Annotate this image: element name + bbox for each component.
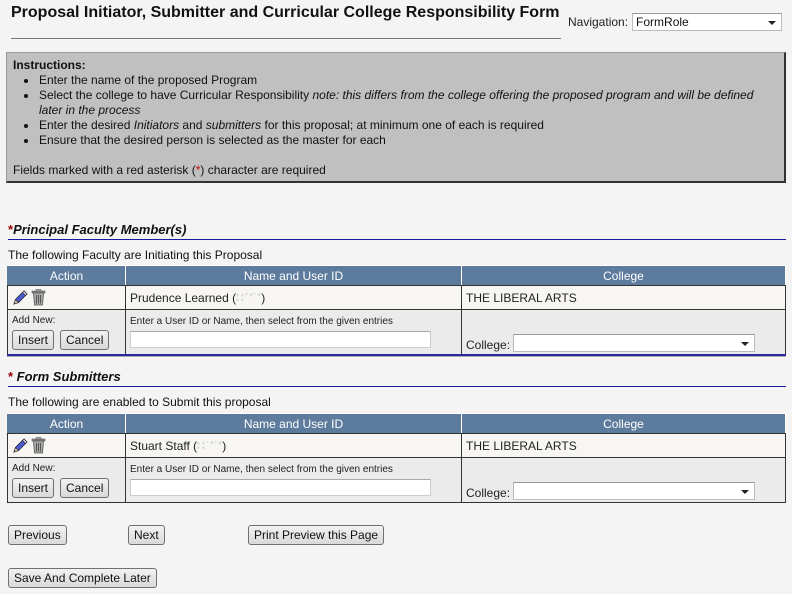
- add-action-cell: Add New: Insert Cancel: [7, 457, 126, 503]
- table-header-row: Action Name and User ID College: [7, 413, 786, 434]
- user-id: ∷´′˙′: [236, 290, 262, 305]
- instruction-item: Select the college to have Curricular Re…: [24, 88, 778, 118]
- navigation-label: Navigation:: [568, 15, 629, 29]
- navigation: Navigation: FormRole: [568, 13, 783, 31]
- column-header-college: College: [461, 265, 786, 286]
- instruction-item: Enter the name of the proposed Program: [24, 73, 778, 88]
- action-cell: [7, 285, 126, 310]
- previous-button[interactable]: Previous: [8, 525, 67, 545]
- add-college-cell: College:: [461, 457, 786, 503]
- print-preview-button[interactable]: Print Preview this Page: [248, 525, 385, 545]
- trash-icon[interactable]: [31, 437, 46, 454]
- chevron-down-icon: [741, 342, 750, 346]
- add-action-cell: Add New: Insert Cancel: [7, 309, 126, 355]
- user-id: ∷˙′˙′: [197, 438, 223, 453]
- instruction-item: Ensure that the desired person is select…: [24, 133, 778, 148]
- add-college-cell: College:: [461, 309, 786, 355]
- page-title: Proposal Initiator, Submitter and Curric…: [11, 4, 560, 21]
- save-and-complete-later-button[interactable]: Save And Complete Later: [8, 568, 157, 588]
- add-new-label: Add New:: [12, 462, 56, 474]
- edit-pencil-icon[interactable]: [12, 289, 29, 306]
- input-hint: Enter a User ID or Name, then select fro…: [130, 464, 393, 475]
- navigation-value: FormRole: [636, 15, 689, 29]
- section-divider: [7, 354, 786, 357]
- action-cell: [7, 433, 126, 458]
- name-cell: Prudence Learned (∷´′˙′): [125, 285, 462, 310]
- college-label: College:: [466, 486, 511, 500]
- input-hint: Enter a User ID or Name, then select fro…: [130, 316, 393, 327]
- trash-icon[interactable]: [31, 289, 46, 306]
- column-header-college: College: [461, 413, 786, 434]
- college-select[interactable]: [513, 482, 756, 500]
- cancel-button[interactable]: Cancel: [60, 329, 110, 350]
- next-button[interactable]: Next: [128, 525, 165, 545]
- chevron-down-icon: [741, 490, 750, 494]
- add-new-row: Add New: Insert Cancel Enter a User ID o…: [7, 309, 786, 355]
- cancel-button[interactable]: Cancel: [60, 477, 110, 498]
- column-header-action: Action: [7, 413, 126, 434]
- faculty-section-heading: *Principal Faculty Member(s): [8, 222, 786, 240]
- required-note: Fields marked with a red asterisk (*) ch…: [13, 163, 326, 177]
- navigation-select[interactable]: FormRole: [632, 13, 783, 31]
- chevron-down-icon: [768, 21, 777, 25]
- column-header-name: Name and User ID: [125, 413, 462, 434]
- submitters-section-heading: * Form Submitters: [8, 369, 786, 387]
- insert-button[interactable]: Insert: [12, 329, 55, 350]
- user-search-input[interactable]: [130, 479, 431, 496]
- submitters-description: The following are enabled to Submit this…: [8, 395, 271, 409]
- instruction-item: Enter the desired Initiators and submitt…: [24, 118, 778, 133]
- college-label: College:: [466, 338, 511, 352]
- college-cell: THE LIBERAL ARTS: [461, 433, 786, 458]
- user-search-input[interactable]: [130, 331, 431, 348]
- instructions-panel: Instructions: Enter the name of the prop…: [6, 52, 786, 183]
- table-row: Prudence Learned (∷´′˙′) THE LIBERAL ART…: [7, 285, 786, 310]
- submitters-table: Action Name and User ID College Stuart S…: [7, 413, 786, 503]
- instructions-list: Enter the name of the proposed Program S…: [13, 73, 778, 148]
- faculty-description: The following Faculty are Initiating thi…: [8, 248, 263, 262]
- add-name-cell: Enter a User ID or Name, then select fro…: [125, 309, 462, 355]
- add-new-label: Add New:: [12, 314, 56, 326]
- column-header-action: Action: [7, 265, 126, 286]
- add-name-cell: Enter a User ID or Name, then select fro…: [125, 457, 462, 503]
- add-new-row: Add New: Insert Cancel Enter a User ID o…: [7, 457, 786, 503]
- edit-pencil-icon[interactable]: [12, 437, 29, 454]
- table-row: Stuart Staff (∷˙′˙′) THE LIBERAL ARTS: [7, 433, 786, 458]
- college-select[interactable]: [513, 334, 756, 352]
- name-cell: Stuart Staff (∷˙′˙′): [125, 433, 462, 458]
- instructions-heading: Instructions:: [13, 58, 86, 72]
- table-header-row: Action Name and User ID College: [7, 265, 786, 286]
- column-header-name: Name and User ID: [125, 265, 462, 286]
- faculty-table: Action Name and User ID College Prudence…: [7, 265, 786, 355]
- insert-button[interactable]: Insert: [12, 477, 55, 498]
- college-cell: THE LIBERAL ARTS: [461, 285, 786, 310]
- title-divider: [11, 38, 561, 39]
